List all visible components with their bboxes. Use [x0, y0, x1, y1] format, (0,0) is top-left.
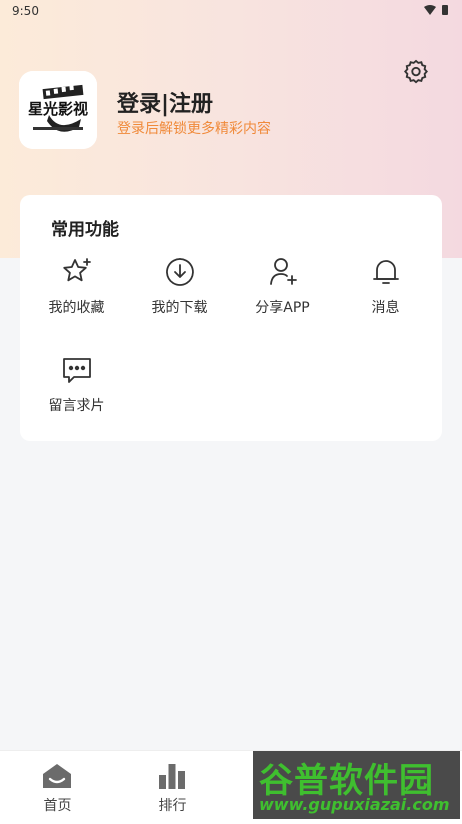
tab-label: 首页 [43, 798, 72, 814]
wifi-icon [424, 4, 436, 18]
home-icon [43, 764, 71, 788]
tab-home[interactable]: 首页 [0, 751, 115, 824]
card-title: 常用功能 [51, 220, 119, 240]
app-logo: 星光影视 [19, 71, 97, 149]
login-register-link[interactable]: 登录|注册 [117, 86, 213, 118]
star-icon [63, 258, 91, 282]
tab-label: 排行 [158, 798, 187, 814]
function-label: 我的下载 [151, 300, 208, 316]
add-user-icon [270, 258, 297, 285]
function-label: 分享APP [255, 300, 310, 316]
status-time: 9:50 [12, 4, 39, 18]
avatar[interactable]: 星光影视 [19, 71, 97, 149]
watermark-overlay: 谷普软件园 www.gupuxiazai.com [253, 751, 460, 819]
download-icon [166, 258, 194, 286]
favorites-button[interactable]: 我的收藏 [25, 255, 128, 335]
tab-ranking[interactable]: 排行 [115, 751, 230, 824]
request-movie-button[interactable]: 留言求片 [25, 353, 128, 433]
share-app-button[interactable]: 分享APP [231, 255, 334, 335]
function-label: 消息 [371, 300, 400, 316]
downloads-button[interactable]: 我的下载 [128, 255, 231, 335]
function-label: 留言求片 [48, 398, 105, 414]
logo-text: 星光影视 [28, 100, 88, 118]
bell-icon [373, 260, 399, 284]
messages-button[interactable]: 消息 [334, 255, 437, 335]
gear-icon [404, 59, 428, 84]
watermark-url: www.gupuxiazai.com [259, 795, 450, 814]
login-subtitle: 登录后解锁更多精彩内容 [117, 121, 271, 137]
status-bar: 9:50 [0, 0, 462, 22]
chat-icon [63, 358, 91, 383]
battery-icon [442, 5, 448, 15]
common-functions-card: 常用功能 我的收藏 我的下载 分享APP 消息 留言求片 [20, 195, 442, 441]
settings-button[interactable] [400, 56, 432, 88]
function-label: 我的收藏 [48, 300, 105, 316]
chart-icon [159, 764, 185, 789]
